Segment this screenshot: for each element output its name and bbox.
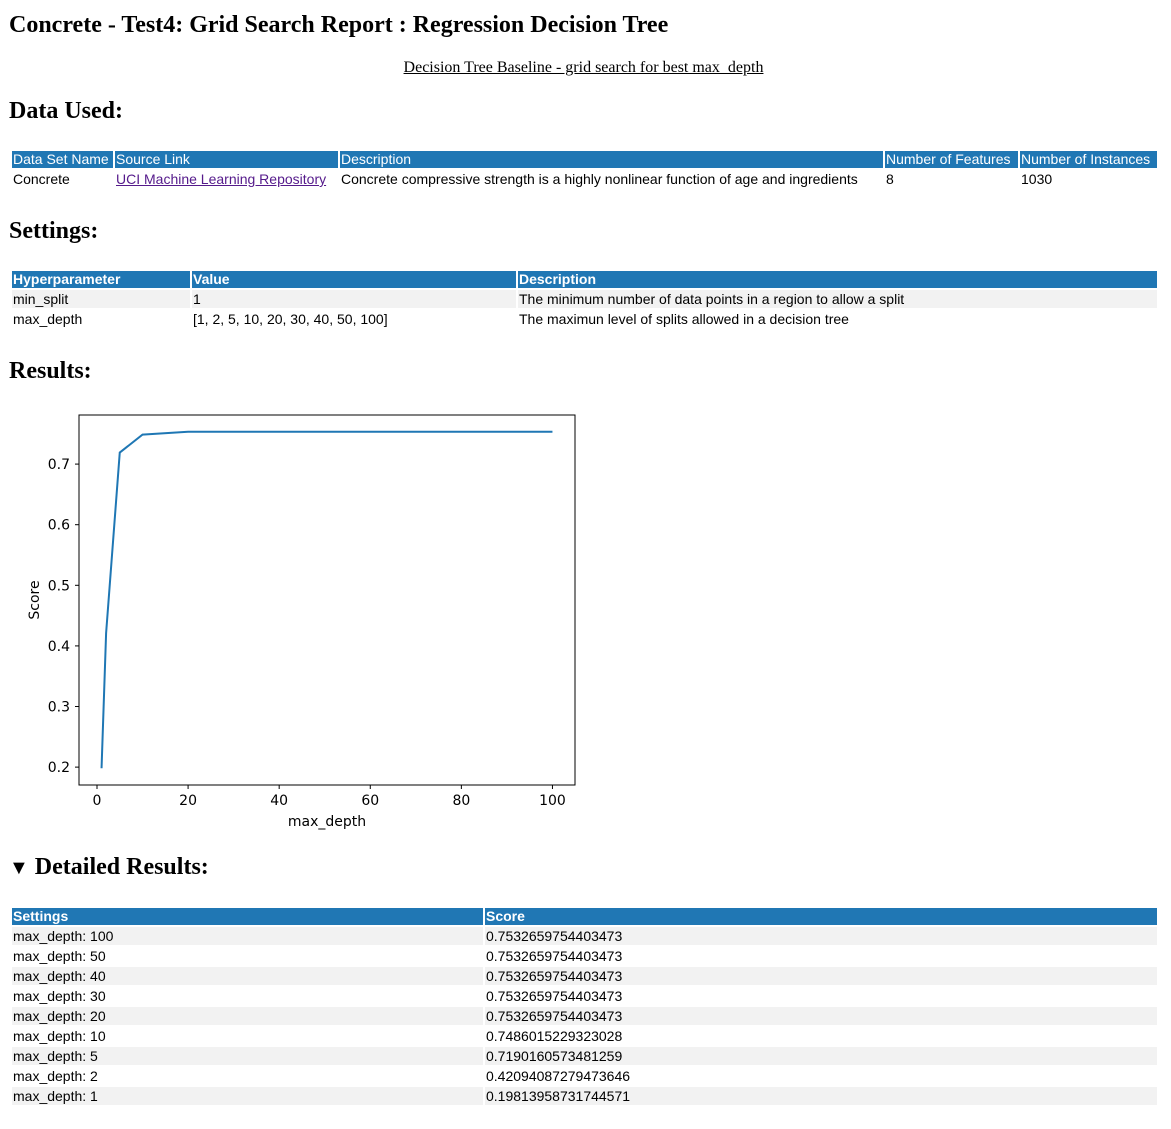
instances-cell: 1030: [1021, 171, 1053, 187]
results-line-chart: 0 20 40 60 80 100 0.2 0.3 0.4 0.5 0.6 0.7 max_dept…: [27, 414, 576, 830]
table-row: max_depth: 100 0.7532659754403473: [12, 927, 1157, 945]
x-tick-label: 60: [361, 793, 379, 809]
y-tick-label: 0.6: [48, 518, 70, 534]
setting-cell: max_depth: 1: [12, 1087, 483, 1105]
table-row: max_depth: 40 0.7532659754403473: [12, 967, 1157, 985]
y-axis-ticks: 0.2 0.3 0.4 0.5 0.6 0.7: [48, 457, 79, 776]
triangle-down-icon: ▼: [9, 857, 29, 879]
setting-cell: max_depth: 50: [13, 948, 106, 964]
detailed-results-heading-wrap: ▼ Detailed Results:: [9, 853, 209, 882]
features-cell: 8: [886, 171, 894, 187]
table-row: Concrete UCI Machine Learning Repository…: [12, 170, 1157, 188]
table-row: max_depth: 50 0.7532659754403473: [12, 947, 1157, 965]
column-header: Settings: [12, 908, 483, 925]
detailed-results-heading: Detailed Results:: [34, 854, 209, 880]
y-axis-label: Score: [27, 580, 43, 619]
source-link-cell: UCI Machine Learning Repository: [115, 170, 338, 188]
column-header: Source Link: [115, 151, 338, 168]
score-cell: 0.7532659754403473: [485, 967, 1157, 985]
setting-cell: max_depth: 100: [12, 927, 483, 945]
x-tick-label: 40: [270, 793, 288, 809]
y-tick-label: 0.5: [48, 578, 70, 594]
table-row: max_depth: 20 0.7532659754403473: [12, 1007, 1157, 1025]
data-points: [101, 431, 553, 769]
column-header: Number of Features: [885, 151, 1018, 168]
x-tick-label: 80: [452, 793, 470, 809]
series-line: [100, 430, 553, 769]
score-cell: 0.7532659754403473: [486, 948, 623, 964]
source-link[interactable]: UCI Machine Learning Repository: [116, 171, 326, 187]
subtitle-link[interactable]: Decision Tree Baseline - grid search for…: [404, 59, 764, 76]
column-header: Number of Instances: [1020, 151, 1157, 168]
table-row: max_depth: 5 0.7190160573481259: [12, 1047, 1157, 1065]
table-header-row: Settings Score: [12, 908, 1157, 925]
page-title: Concrete - Test4: Grid Search Report : R…: [9, 12, 669, 38]
table-row: max_depth: 2 0.42094087279473646: [12, 1067, 1157, 1085]
setting-cell: max_depth: 10: [13, 1028, 106, 1044]
column-header: Description: [518, 271, 1157, 288]
setting-cell: max_depth: 2: [13, 1068, 98, 1084]
description-cell: The maximun level of splits allowed in a…: [519, 311, 849, 327]
detailed-results-table: Settings Score max_depth: 100 0.753265975…: [10, 906, 1159, 1107]
detailed-results-summary[interactable]: ▼ Detailed Results:: [9, 853, 209, 882]
setting-cell: max_depth: 20: [12, 1007, 483, 1025]
data-used-table: Data Set Name Source Link Description Nu…: [10, 149, 1159, 190]
table-row: min_split 1 The minimum number of data p…: [12, 290, 1157, 308]
param-cell: max_depth: [13, 311, 83, 327]
dataset-name-cell: Concrete: [13, 171, 70, 187]
score-cell: 0.7532659754403473: [485, 927, 1157, 945]
settings-table: Hyperparameter Value Description min_spl…: [10, 269, 1159, 330]
setting-cell: max_depth: 40: [12, 967, 483, 985]
score-cell: 0.42094087279473646: [486, 1068, 631, 1084]
y-tick-label: 0.4: [48, 639, 70, 655]
column-header: Data Set Name: [12, 151, 113, 168]
description-cell: The minimum number of data points in a r…: [518, 290, 1157, 308]
score-cell: 0.7532659754403473: [486, 988, 623, 1004]
column-header: Value: [192, 271, 516, 288]
plot-frame: [78, 414, 576, 786]
param-cell: min_split: [12, 290, 190, 308]
description-cell: Concrete compressive strength is a highl…: [341, 171, 858, 187]
value-cell: 1: [192, 290, 516, 308]
column-header: Score: [485, 908, 1157, 925]
score-cell: 0.7486015229323028: [486, 1028, 623, 1044]
detailed-results-body: max_depth: 100 0.7532659754403473 max_dept…: [12, 927, 1157, 1105]
table-header-row: Hyperparameter Value Description: [12, 271, 1157, 288]
x-axis-label: max_depth: [288, 814, 366, 830]
score-cell: 0.7532659754403473: [485, 1007, 1157, 1025]
score-cell: 0.19813958731744571: [485, 1087, 1157, 1105]
score-cell: 0.7190160573481259: [485, 1047, 1157, 1065]
table-header-row: Data Set Name Source Link Description Nu…: [12, 151, 1157, 168]
y-tick-label: 0.3: [48, 700, 70, 716]
y-tick-label: 0.7: [48, 457, 70, 473]
table-row: max_depth: 30 0.7532659754403473: [12, 987, 1157, 1005]
x-tick-label: 20: [179, 793, 197, 809]
value-cell: [1, 2, 5, 10, 20, 30, 40, 50, 100]: [193, 311, 388, 327]
table-row: max_depth [1, 2, 5, 10, 20, 30, 40, 50, …: [12, 310, 1157, 328]
x-tick-label: 100: [539, 793, 566, 809]
x-axis-ticks: 0 20 40 60 80 100: [93, 785, 566, 809]
x-tick-label: 0: [93, 793, 102, 809]
subtitle-container: Decision Tree Baseline - grid search for…: [9, 58, 1158, 78]
column-header: Hyperparameter: [12, 271, 190, 288]
settings-heading: Settings:: [9, 218, 99, 244]
table-row: max_depth: 10 0.7486015229323028: [12, 1027, 1157, 1045]
results-heading: Results:: [9, 358, 92, 384]
column-header: Description: [340, 151, 883, 168]
setting-cell: max_depth: 5: [12, 1047, 483, 1065]
data-used-heading: Data Used:: [9, 98, 123, 124]
table-row: max_depth: 1 0.19813958731744571: [12, 1087, 1157, 1105]
setting-cell: max_depth: 30: [13, 988, 106, 1004]
y-tick-label: 0.2: [48, 760, 70, 776]
